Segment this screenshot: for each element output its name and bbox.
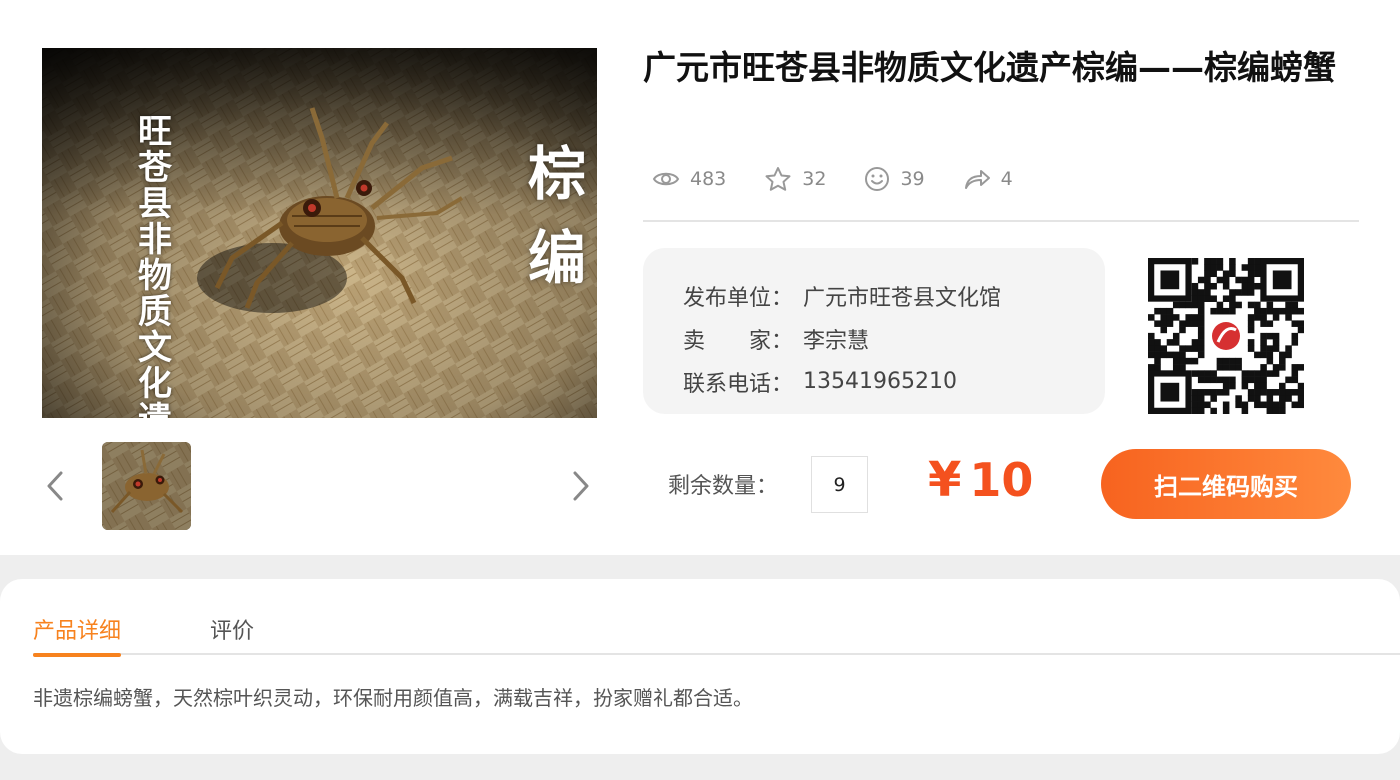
woven-crab-photo — [42, 48, 597, 418]
shares-count: 4 — [1000, 168, 1013, 190]
product-main-image[interactable]: 旺苍县非物质文化遗产 棕编 — [42, 48, 597, 418]
price-value: 10 — [969, 453, 1034, 507]
favorites-count: 32 — [802, 168, 827, 190]
thumbnail-prev-button[interactable] — [40, 466, 70, 506]
product-title: 广元市旺苍县非物质文化遗产棕编——棕编螃蟹 — [643, 48, 1336, 87]
quantity-input[interactable] — [811, 456, 868, 513]
detail-card: 产品详细 评价 非遗棕编螃蟹，天然棕叶织灵动，环保耐用颜值高，满载吉祥，扮家赠礼… — [0, 579, 1400, 754]
product-thumbnail[interactable] — [102, 442, 191, 530]
quantity-label: 剩余数量： — [668, 474, 779, 499]
seller-info-box: 发布单位： 广元市旺苍县文化馆 卖 家： 李宗慧 联系电话： 135419652… — [643, 248, 1105, 414]
seller-label: 卖 家： — [683, 328, 794, 354]
chevron-left-icon — [47, 471, 63, 501]
product-description: 非遗棕编螃蟹，天然棕叶织灵动，环保耐用颜值高，满载吉祥，扮家赠礼都合适。 — [33, 686, 753, 710]
tab-product-details[interactable]: 产品详细 — [33, 613, 122, 657]
seller-row: 卖 家： 李宗慧 — [683, 317, 1105, 360]
share-icon — [964, 170, 990, 189]
likes-count: 39 — [900, 168, 925, 190]
product-card: 旺苍县非物质文化遗产 棕编 广元市旺苍县非物质文化遗产棕编——棕编螃蟹 — [0, 0, 1400, 555]
seller-value: 李宗慧 — [803, 328, 870, 354]
price: ¥ 10 — [928, 452, 1033, 508]
image-caption-vertical: 旺苍县非物质文化遗产 — [138, 112, 172, 418]
image-caption-title: 棕编 — [527, 140, 586, 292]
price-currency-symbol: ¥ — [928, 452, 962, 508]
publisher-value: 广元市旺苍县文化馆 — [803, 285, 1002, 311]
phone-value[interactable]: 13541965210 — [803, 369, 957, 394]
stats-bar: 483 32 39 4 — [652, 164, 1051, 194]
smile-icon — [865, 167, 890, 191]
favorites-stat[interactable]: 32 — [764, 166, 826, 192]
tab-reviews[interactable]: 评价 — [210, 613, 254, 655]
views-stat: 483 — [652, 168, 726, 190]
publisher-row: 发布单位： 广元市旺苍县文化馆 — [683, 274, 1105, 317]
scan-to-buy-button[interactable]: 扫二维码购买 — [1101, 449, 1351, 519]
eye-icon — [652, 172, 680, 186]
divider — [643, 220, 1359, 222]
qr-code-image — [1147, 257, 1305, 415]
publisher-label: 发布单位： — [683, 285, 794, 311]
phone-row: 联系电话： 13541965210 — [683, 360, 1105, 403]
thumbnail-next-button[interactable] — [566, 466, 596, 506]
detail-tabs: 产品详细 评价 — [33, 613, 1400, 657]
purchase-qr-code — [1147, 257, 1305, 415]
views-count: 483 — [690, 168, 727, 190]
star-icon — [765, 167, 791, 191]
chevron-right-icon — [573, 471, 589, 501]
phone-label: 联系电话： — [683, 371, 794, 397]
likes-stat[interactable]: 39 — [864, 166, 925, 192]
shares-stat[interactable]: 4 — [963, 167, 1013, 191]
thumbnail-image — [102, 442, 191, 530]
